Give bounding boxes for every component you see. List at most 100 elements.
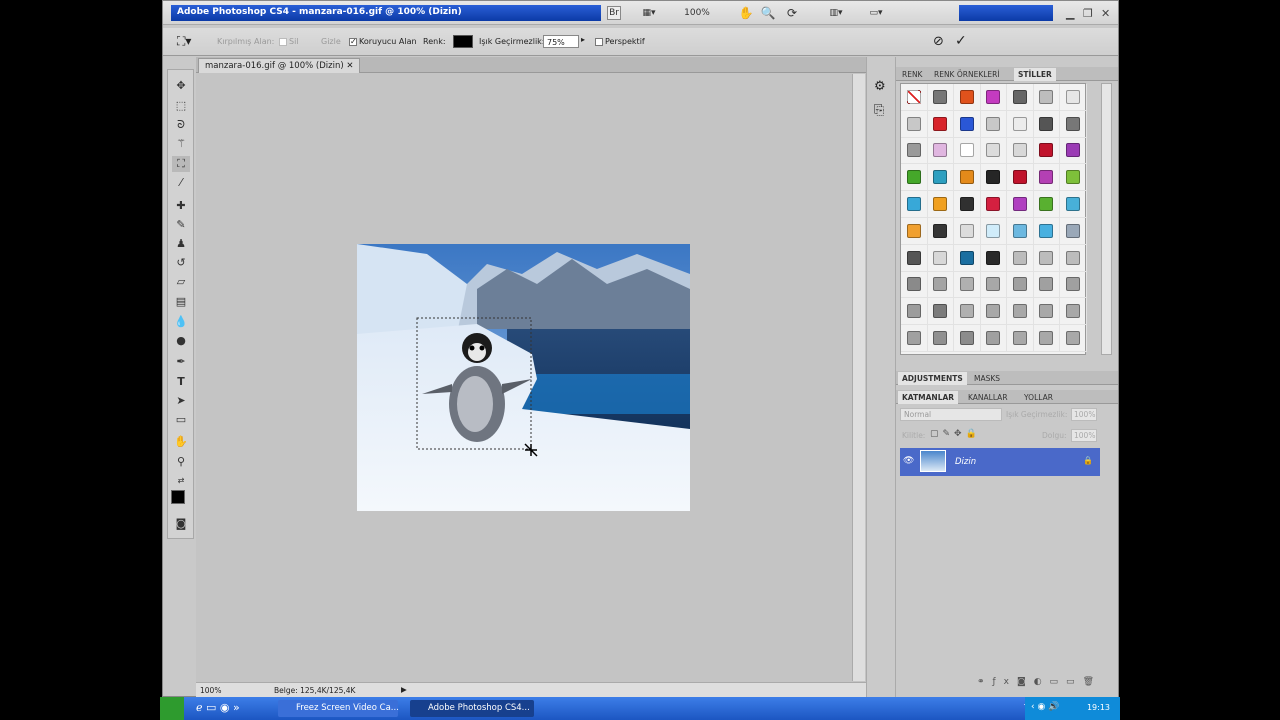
start-button[interactable] (160, 697, 184, 720)
clone-stamp-icon[interactable]: ♟ (172, 236, 190, 252)
style-swatch[interactable] (954, 325, 981, 352)
blur-icon[interactable]: 💧 (172, 314, 190, 330)
style-swatch[interactable] (901, 110, 928, 138)
style-swatch[interactable] (1007, 244, 1034, 272)
style-swatch[interactable] (954, 110, 981, 138)
status-arrow-icon[interactable]: ▶ (401, 685, 407, 694)
hide-option[interactable]: Gizle (321, 37, 341, 46)
style-swatch[interactable] (927, 271, 954, 299)
hand-tool-icon[interactable]: ✋ (172, 434, 190, 450)
move-tool-icon[interactable]: ✥ (172, 78, 190, 94)
pen-icon[interactable]: ✒ (172, 354, 190, 370)
style-swatch[interactable] (1033, 298, 1060, 326)
visibility-eye-icon[interactable]: 👁 (903, 456, 914, 466)
tab-styles[interactable]: STİLLER (1014, 68, 1056, 81)
style-swatch[interactable] (954, 244, 981, 272)
eyedropper-icon[interactable]: ⁄ (172, 175, 190, 191)
shield-color-swatch[interactable] (453, 35, 473, 48)
layer-row[interactable]: 👁 Dizin 🔒 (900, 448, 1100, 476)
tray-icons[interactable]: ‹ ◉ 🔊 (1031, 702, 1059, 712)
style-swatch[interactable] (927, 110, 954, 138)
style-swatch[interactable] (1033, 244, 1060, 272)
tab-channels[interactable]: KANALLAR (964, 391, 1012, 404)
style-swatch[interactable] (927, 325, 954, 352)
style-swatch[interactable] (1007, 164, 1034, 192)
style-swatch[interactable] (1060, 191, 1087, 218)
style-swatch[interactable] (980, 298, 1007, 326)
magic-wand-icon[interactable]: ⚚ (172, 136, 190, 152)
style-swatch[interactable] (954, 271, 981, 299)
style-swatch[interactable] (1033, 191, 1060, 218)
shape-icon[interactable]: ▭ (172, 412, 190, 428)
style-swatch[interactable] (980, 137, 1007, 165)
style-swatch[interactable] (1033, 84, 1060, 111)
tab-swatches[interactable]: RENK ÖRNEKLERİ (930, 68, 1004, 81)
shield-checkbox[interactable]: ✓ Koruyucu Alan (349, 37, 417, 46)
vertical-scrollbar[interactable] (852, 74, 865, 681)
healing-brush-icon[interactable]: ✚ (172, 198, 190, 214)
tab-close-icon[interactable]: ✕ (346, 61, 353, 71)
clone-source-icon[interactable]: ⎘ (874, 103, 884, 118)
style-swatch[interactable] (927, 244, 954, 272)
canvas-image[interactable] (357, 244, 690, 511)
style-swatch[interactable] (927, 164, 954, 192)
style-swatch[interactable] (1033, 217, 1060, 245)
style-swatch[interactable] (901, 271, 928, 299)
style-swatch[interactable] (980, 84, 1007, 111)
style-swatch[interactable] (954, 84, 981, 111)
style-swatch[interactable] (1007, 84, 1034, 111)
tab-paths[interactable]: YOLLAR (1020, 391, 1057, 404)
blend-mode-select[interactable]: Normal (900, 408, 1002, 421)
tab-adjustments[interactable]: ADJUSTMENTS (898, 372, 967, 385)
task-freez[interactable]: Freez Screen Video Ca... (278, 700, 399, 717)
style-swatch[interactable] (980, 271, 1007, 299)
layer-footer-icons[interactable]: ⚭ƒx◙◐▭▭🗑 (902, 677, 1102, 687)
task-photoshop[interactable]: Adobe Photoshop CS4... (410, 700, 534, 717)
style-swatch[interactable] (1033, 325, 1060, 352)
delete-option[interactable]: Sil (279, 37, 299, 46)
style-swatch[interactable] (1060, 244, 1087, 272)
style-swatch[interactable] (1033, 110, 1060, 138)
lasso-tool-icon[interactable]: ᘐ (172, 117, 190, 133)
style-swatch[interactable] (901, 325, 928, 352)
opacity-input[interactable]: 75% (543, 35, 579, 48)
zoom-tool-icon[interactable]: ⚲ (172, 454, 190, 470)
style-swatch[interactable] (1060, 84, 1087, 111)
style-swatch[interactable] (927, 191, 954, 218)
style-swatch[interactable] (954, 217, 981, 245)
style-swatch[interactable] (980, 217, 1007, 245)
style-swatch[interactable] (980, 325, 1007, 352)
style-swatch[interactable] (1060, 325, 1087, 352)
style-swatch[interactable] (901, 164, 928, 192)
style-swatch[interactable] (927, 84, 954, 111)
style-swatch[interactable] (1033, 164, 1060, 192)
brush-icon[interactable]: ✎ (172, 217, 190, 233)
cancel-icon[interactable]: ⊘ (933, 34, 944, 49)
zoom-level-select[interactable]: 100% (675, 6, 719, 20)
type-icon[interactable]: T (172, 374, 190, 390)
style-swatch[interactable] (901, 137, 928, 165)
marquee-tool-icon[interactable]: ⬚ (172, 98, 190, 114)
layer-opacity-input[interactable]: 100% (1071, 408, 1097, 421)
opacity-arrow-icon[interactable]: ▸ (581, 35, 585, 44)
style-swatch[interactable] (980, 244, 1007, 272)
style-swatch[interactable] (1060, 164, 1087, 192)
style-swatch[interactable] (901, 191, 928, 218)
hand-icon[interactable]: ✋ (739, 6, 754, 20)
style-swatch[interactable] (980, 164, 1007, 192)
style-swatch[interactable] (1007, 325, 1034, 352)
arrange-documents-icon[interactable]: ▥▾ (823, 6, 849, 20)
perspective-checkbox[interactable]: Perspektif (595, 37, 645, 46)
style-swatch[interactable] (1060, 271, 1087, 299)
tab-color[interactable]: RENK (898, 68, 926, 81)
dodge-icon[interactable]: ● (172, 333, 190, 349)
zoom-icon[interactable]: 🔍 (761, 6, 776, 20)
style-swatch[interactable] (1007, 191, 1034, 218)
screen-mode-icon[interactable]: ▭▾ (863, 6, 889, 20)
style-swatch[interactable] (1033, 271, 1060, 299)
gradient-icon[interactable]: ▤ (172, 294, 190, 310)
restore-icon[interactable]: ❐ (1083, 7, 1093, 20)
tool-presets-icon[interactable]: ⚙ (874, 79, 886, 94)
style-swatch[interactable] (1007, 110, 1034, 138)
commit-icon[interactable]: ✓ (955, 33, 967, 49)
